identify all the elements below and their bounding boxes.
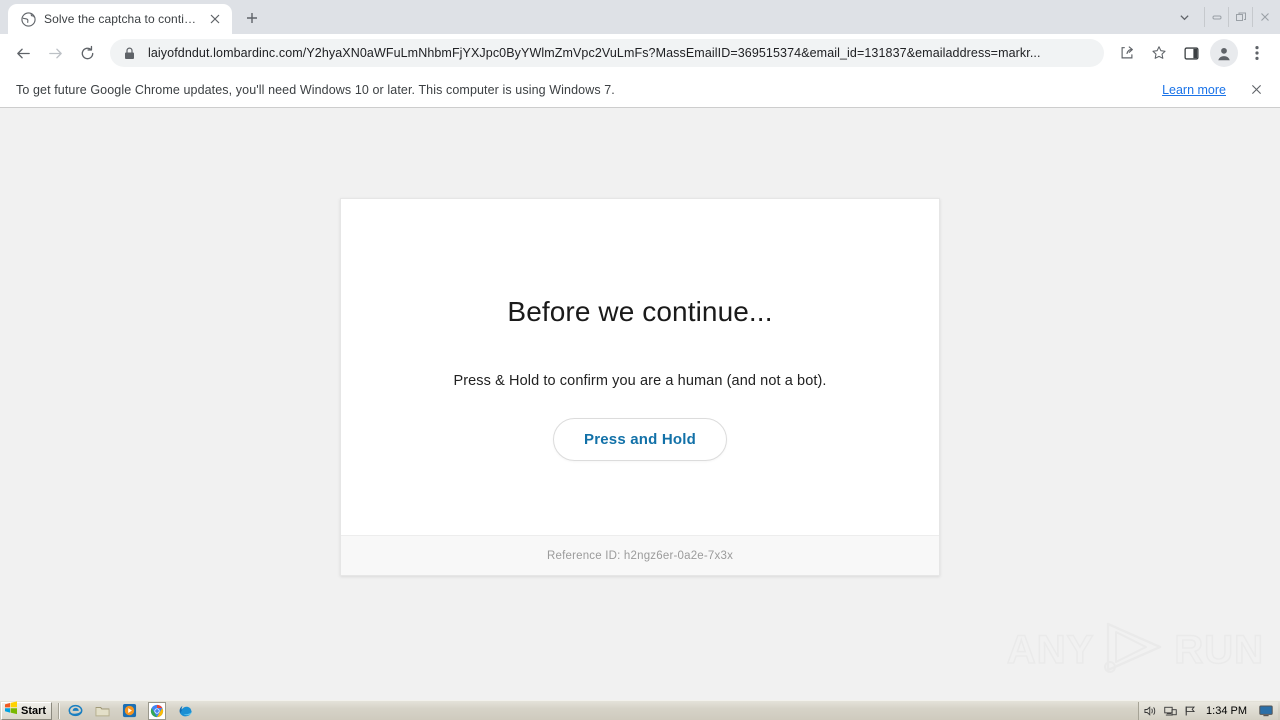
arrow-right-icon[interactable]	[40, 38, 70, 68]
volume-icon[interactable]	[1143, 704, 1157, 718]
address-bar[interactable]: laiyofdndut.lombardinc.com/Y2hyaXN0aWFuL…	[110, 39, 1104, 67]
show-desktop-icon[interactable]	[1258, 704, 1274, 718]
browser-window: Solve the captcha to continue laiyofdndu…	[0, 0, 1280, 701]
chevron-down-icon[interactable]	[1170, 3, 1198, 31]
captcha-instruction: Press & Hold to confirm you are a human …	[453, 372, 827, 389]
watermark-left-word: ANY	[1006, 627, 1095, 672]
page-viewport: Before we continue... Press & Hold to co…	[0, 108, 1280, 701]
update-infobar: To get future Google Chrome updates, you…	[0, 72, 1280, 108]
internet-explorer-icon[interactable]	[67, 703, 83, 719]
captcha-card: Before we continue... Press & Hold to co…	[340, 198, 940, 576]
side-panel-icon[interactable]	[1176, 38, 1206, 68]
close-icon[interactable]	[1252, 7, 1276, 27]
google-chrome-icon[interactable]	[148, 701, 167, 720]
page-title: Before we continue...	[507, 296, 773, 327]
new-tab-button[interactable]	[238, 4, 266, 32]
browser-tab[interactable]: Solve the captcha to continue	[8, 4, 232, 34]
infobar-close-icon[interactable]	[1248, 82, 1264, 98]
microsoft-edge-icon[interactable]	[177, 703, 193, 719]
account-avatar-icon[interactable]	[1210, 39, 1238, 67]
captcha-card-footer: Reference ID: h2ngz6er-0a2e-7x3x	[341, 534, 939, 575]
browser-toolbar: laiyofdndut.lombardinc.com/Y2hyaXN0aWFuL…	[0, 34, 1280, 72]
infobar-message: To get future Google Chrome updates, you…	[16, 82, 615, 97]
start-button[interactable]: Start	[1, 701, 53, 720]
clock-time[interactable]: 1:34 PM	[1203, 705, 1250, 717]
start-label: Start	[21, 704, 47, 717]
windows-logo-icon	[4, 701, 18, 720]
learn-more-link[interactable]: Learn more	[1162, 83, 1226, 97]
system-tray: 1:34 PM	[1138, 701, 1278, 720]
reload-icon[interactable]	[72, 38, 102, 68]
network-icon[interactable]	[1163, 704, 1177, 718]
lock-icon	[124, 47, 138, 60]
tab-title: Solve the captcha to continue	[44, 12, 198, 26]
play-triangle-icon	[1098, 620, 1170, 679]
anyrun-watermark: ANY RUN	[1006, 620, 1264, 679]
three-dot-menu-icon[interactable]	[1242, 38, 1272, 68]
media-player-icon[interactable]	[121, 703, 137, 719]
tab-strip-right-controls	[1170, 0, 1280, 34]
windows-taskbar: Start 1:34 PM	[0, 700, 1280, 720]
window-controls	[1204, 4, 1276, 30]
minimize-icon[interactable]	[1204, 7, 1228, 27]
press-and-hold-button[interactable]: Press and Hold	[553, 417, 727, 461]
tab-close-icon[interactable]	[206, 10, 224, 28]
watermark-right-word: RUN	[1174, 627, 1264, 672]
flag-icon[interactable]	[1183, 704, 1197, 718]
captcha-card-body: Before we continue... Press & Hold to co…	[341, 199, 939, 535]
share-icon[interactable]	[1112, 38, 1142, 68]
url-text: laiyofdndut.lombardinc.com/Y2hyaXN0aWFuL…	[148, 46, 1041, 60]
reference-id-text: Reference ID: h2ngz6er-0a2e-7x3x	[546, 549, 734, 562]
globe-icon	[20, 11, 36, 27]
star-icon[interactable]	[1144, 38, 1174, 68]
quick-launch-bar	[63, 701, 193, 720]
quicklaunch-separator	[58, 702, 61, 719]
tab-strip: Solve the captcha to continue	[0, 0, 1280, 34]
arrow-left-icon[interactable]	[8, 38, 38, 68]
folder-icon[interactable]	[94, 703, 110, 719]
restore-icon[interactable]	[1228, 7, 1252, 27]
